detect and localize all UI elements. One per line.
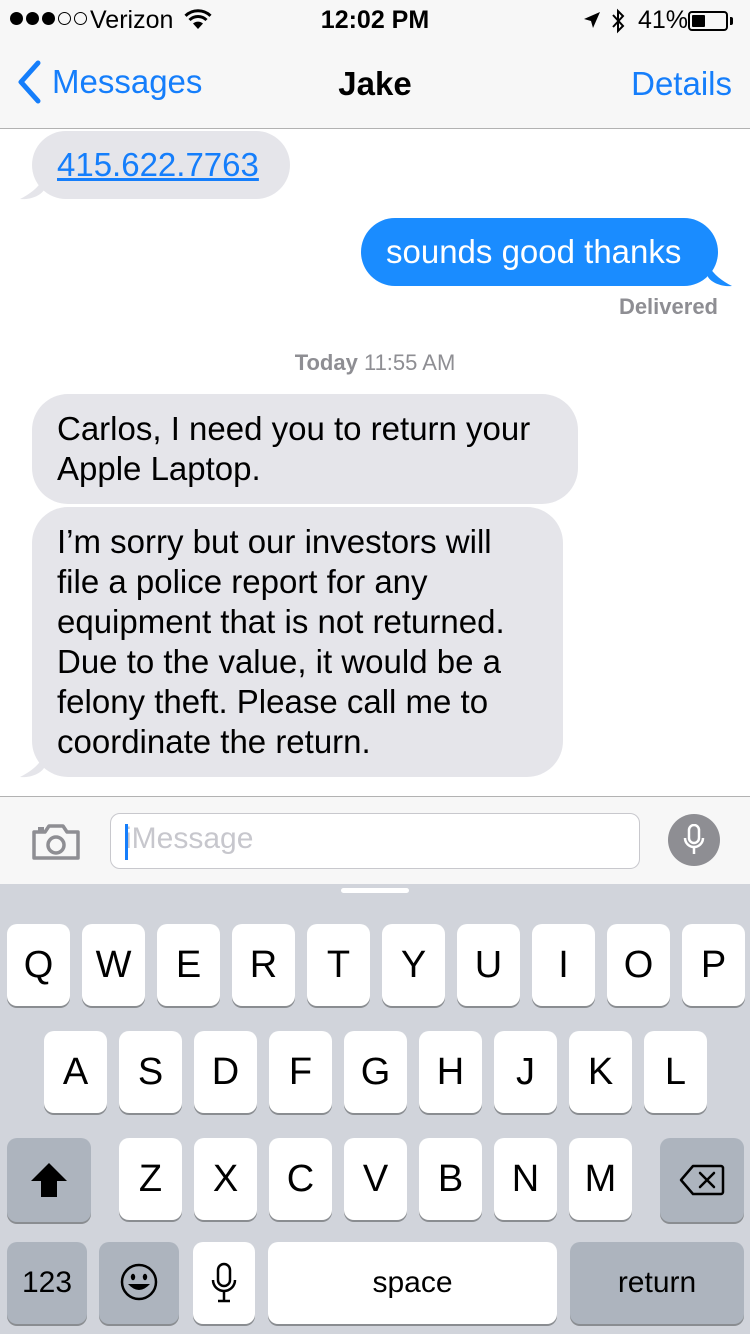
camera-icon[interactable] [30, 823, 82, 866]
dictation-icon [211, 1262, 237, 1303]
message-input-placeholder: iMessage [125, 822, 254, 855]
key-a[interactable]: A [44, 1031, 107, 1113]
message-composer: iMessage [0, 796, 750, 885]
battery-percent: 41% [638, 6, 689, 34]
message-timestamp: Today 11:55 AM [0, 350, 750, 376]
backspace-icon [679, 1164, 725, 1196]
key-p[interactable]: P [682, 924, 745, 1006]
message-bubble-incoming[interactable]: 415.622.7763 [32, 131, 290, 199]
key-v[interactable]: V [344, 1138, 407, 1220]
message-bubble-incoming[interactable]: Carlos, I need you to return your Apple … [32, 394, 578, 504]
key-u[interactable]: U [457, 924, 520, 1006]
key-g[interactable]: G [344, 1031, 407, 1113]
timestamp-time: 11:55 AM [363, 350, 456, 375]
battery-icon [688, 11, 728, 31]
delivered-status: Delivered [618, 294, 718, 319]
key-d[interactable]: D [194, 1031, 257, 1113]
emoji-icon [120, 1263, 158, 1301]
message-text: Carlos, I need you to return your Apple … [57, 410, 531, 487]
key-e[interactable]: E [157, 924, 220, 1006]
keyboard-handle [341, 888, 409, 893]
key-y[interactable]: Y [382, 924, 445, 1006]
shift-key[interactable] [7, 1138, 91, 1222]
bubble-tail [20, 756, 44, 778]
location-arrow-icon [582, 10, 602, 35]
message-text: I’m sorry but our investors will file a … [57, 523, 505, 760]
navigation-bar: Messages Jake Details [0, 40, 750, 129]
key-m[interactable]: M [569, 1138, 632, 1220]
battery-tip [730, 17, 733, 25]
shift-icon [31, 1163, 67, 1197]
key-s[interactable]: S [119, 1031, 182, 1113]
microphone-button[interactable] [668, 814, 720, 866]
bubble-tail [20, 178, 44, 200]
key-o[interactable]: O [607, 924, 670, 1006]
key-x[interactable]: X [194, 1138, 257, 1220]
space-key[interactable]: space [268, 1242, 557, 1324]
key-b[interactable]: B [419, 1138, 482, 1220]
key-i[interactable]: I [532, 924, 595, 1006]
phone-number-link[interactable]: 415.622.7763 [57, 146, 259, 183]
return-key[interactable]: return [570, 1242, 744, 1324]
timestamp-day: Today [294, 350, 358, 375]
key-t[interactable]: T [307, 924, 370, 1006]
status-bar: Verizon 12:02 PM 41% [0, 0, 750, 40]
details-button[interactable]: Details [631, 65, 732, 103]
backspace-key[interactable] [660, 1138, 744, 1222]
text-cursor [125, 824, 128, 860]
key-w[interactable]: W [82, 924, 145, 1006]
key-j[interactable]: J [494, 1031, 557, 1113]
bubble-tail [708, 265, 732, 287]
key-q[interactable]: Q [7, 924, 70, 1006]
message-text: sounds good thanks [386, 233, 682, 270]
key-r[interactable]: R [232, 924, 295, 1006]
key-z[interactable]: Z [119, 1138, 182, 1220]
microphone-icon [683, 824, 705, 854]
numbers-key[interactable]: 123 [7, 1242, 87, 1324]
key-c[interactable]: C [269, 1138, 332, 1220]
key-f[interactable]: F [269, 1031, 332, 1113]
message-input[interactable]: iMessage [110, 813, 640, 869]
bluetooth-icon [610, 7, 626, 40]
key-l[interactable]: L [644, 1031, 707, 1113]
battery-level [692, 15, 705, 27]
key-k[interactable]: K [569, 1031, 632, 1113]
dictation-key[interactable] [193, 1242, 255, 1324]
message-bubble-outgoing[interactable]: sounds good thanks [361, 218, 718, 286]
message-bubble-incoming[interactable]: I’m sorry but our investors will file a … [32, 507, 563, 777]
key-h[interactable]: H [419, 1031, 482, 1113]
key-n[interactable]: N [494, 1138, 557, 1220]
emoji-key[interactable] [99, 1242, 179, 1324]
